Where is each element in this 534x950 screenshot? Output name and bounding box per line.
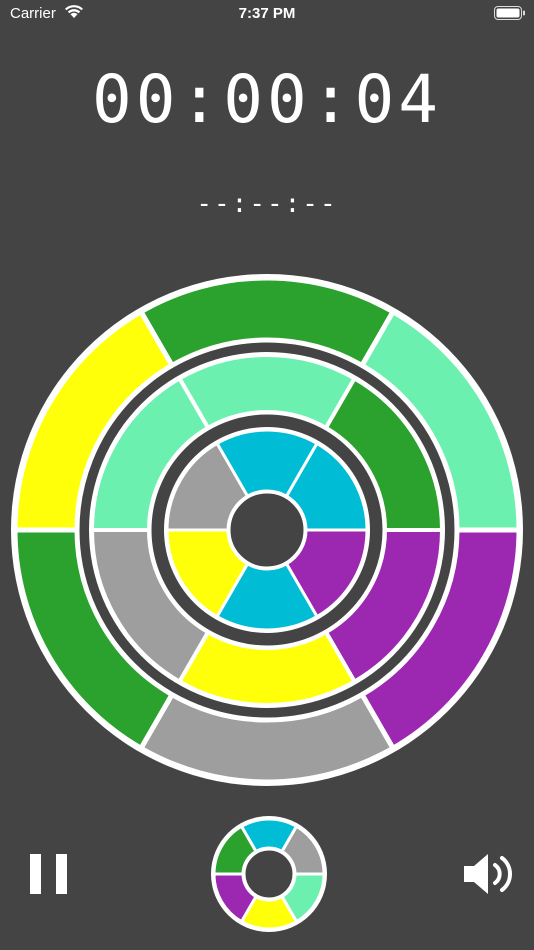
board-center	[227, 490, 307, 570]
pause-button[interactable]	[26, 848, 72, 900]
next-piece-center	[242, 847, 296, 901]
pause-icon	[30, 854, 41, 894]
ring-board[interactable]	[0, 0, 534, 950]
speaker-icon[interactable]	[460, 848, 520, 900]
